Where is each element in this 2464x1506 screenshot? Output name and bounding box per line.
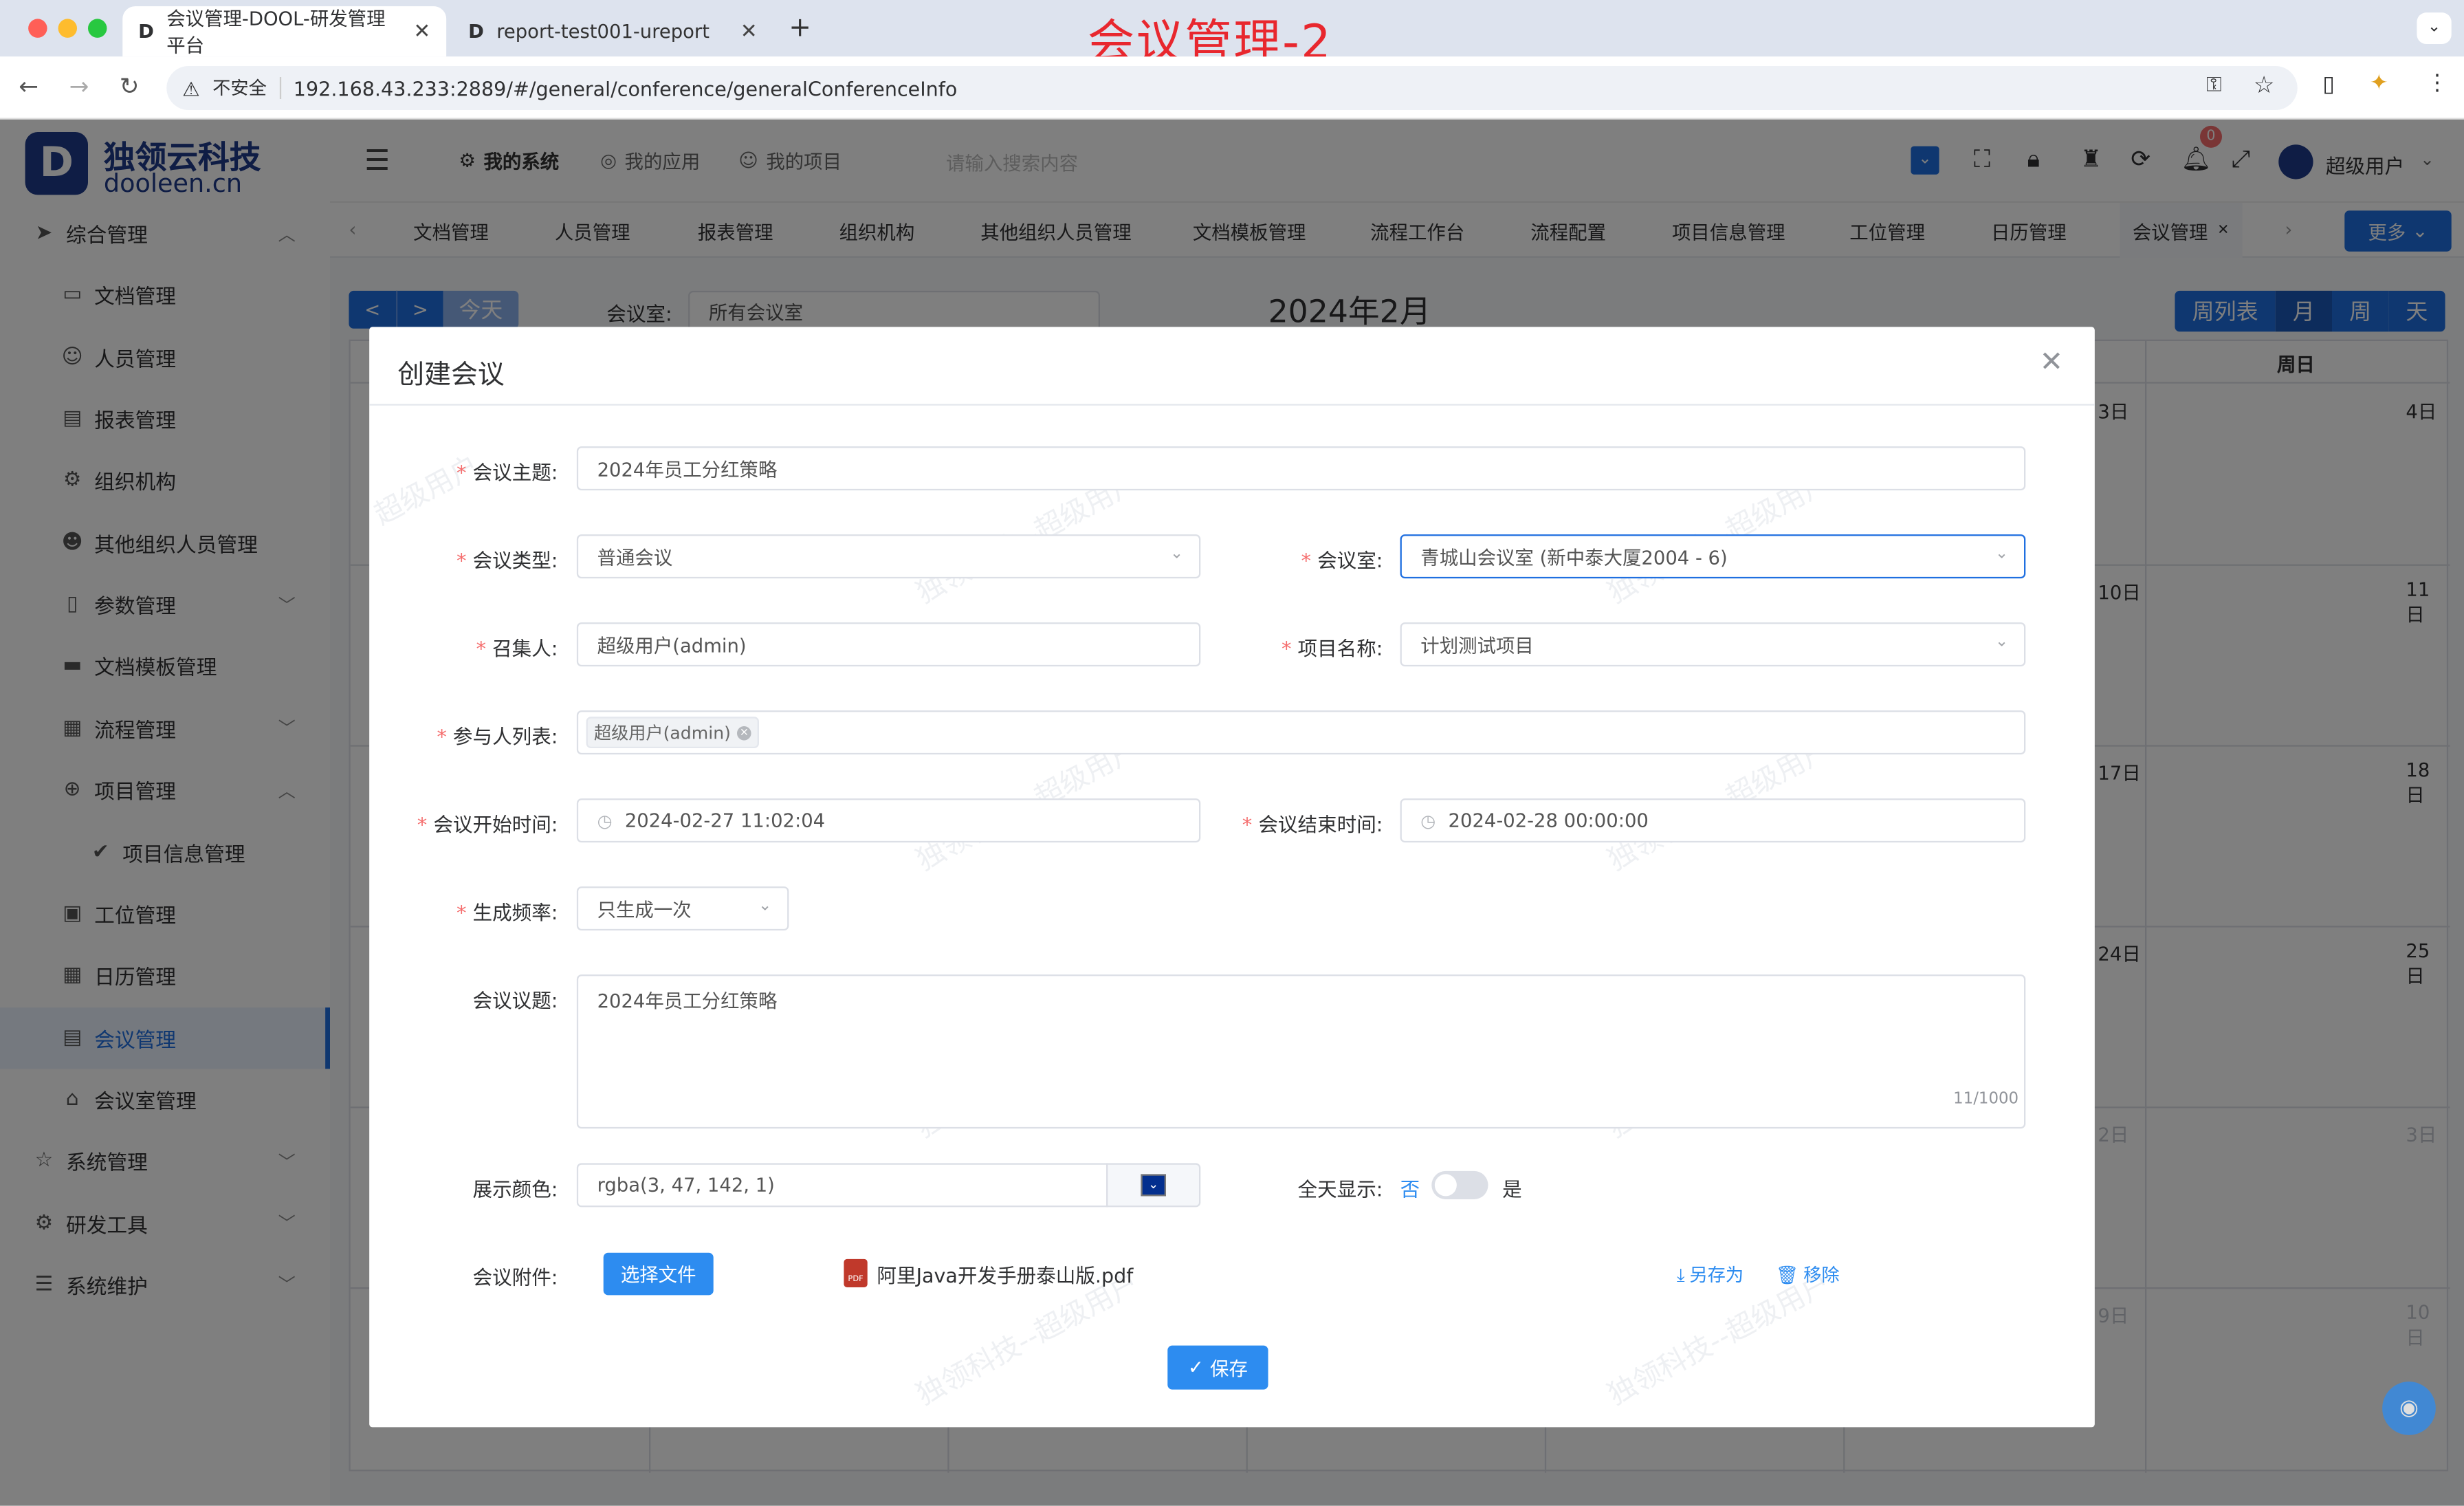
minimize-window-icon[interactable] bbox=[58, 19, 78, 38]
reload-icon[interactable]: ↻ bbox=[120, 72, 140, 100]
chevron-down-icon: ⌄ bbox=[1994, 545, 2009, 563]
frequency-select[interactable]: 只生成一次 ⌄ bbox=[576, 886, 789, 931]
pdf-file-icon: PDF bbox=[844, 1258, 868, 1288]
type-select[interactable]: 普通会议 ⌄ bbox=[576, 534, 1201, 579]
color-label: 展示颜色: bbox=[472, 1177, 558, 1201]
download-icon: ⤓ bbox=[1676, 1263, 1685, 1285]
allday-yes-label[interactable]: 是 bbox=[1502, 1172, 1522, 1202]
camera-icon[interactable]: ◉ bbox=[2382, 1382, 2436, 1435]
color-swatch: ⌄ bbox=[1141, 1174, 1167, 1197]
room-label: * 会议室: bbox=[1301, 548, 1383, 573]
dialog-title: 创建会议 bbox=[397, 360, 505, 392]
subject-label: * 会议主题: bbox=[456, 460, 558, 485]
frequency-label: * 生成频率: bbox=[456, 900, 558, 924]
start-time-label: * 会议开始时间: bbox=[417, 812, 558, 836]
topic-label: 会议议题: bbox=[472, 988, 558, 1013]
end-time-label: * 会议结束时间: bbox=[1242, 812, 1383, 836]
participants-select[interactable]: 超级用户(admin) × bbox=[576, 710, 2026, 755]
dialog-divider bbox=[369, 404, 2095, 406]
clock-icon: ◷ bbox=[597, 810, 613, 831]
check-icon: ✓ bbox=[1187, 1356, 1204, 1379]
end-time-picker[interactable]: ◷ 2024-02-28 00:00:00 bbox=[1400, 798, 2026, 843]
start-time-picker[interactable]: ◷ 2024-02-27 11:02:04 bbox=[576, 798, 1201, 843]
menu-kebab-icon[interactable]: ⋮ bbox=[2426, 71, 2448, 96]
maximize-window-icon[interactable] bbox=[88, 19, 107, 38]
participants-label: * 参与人列表: bbox=[437, 724, 558, 748]
project-select[interactable]: 计划测试项目 ⌄ bbox=[1400, 622, 2026, 667]
bookmark-star-icon[interactable]: ☆ bbox=[2254, 71, 2275, 99]
app-favicon-icon: D bbox=[138, 20, 154, 43]
participant-tag: 超级用户(admin) × bbox=[586, 717, 760, 748]
close-tab-icon[interactable]: ✕ bbox=[740, 20, 758, 43]
clock-icon: ◷ bbox=[1420, 810, 1436, 831]
subject-input[interactable]: 2024年员工分红策略 bbox=[576, 446, 2026, 491]
key-icon[interactable]: ⚿ bbox=[2206, 74, 2222, 97]
address-row: ← → ↻ ⚠ 不安全 192.168.43.233:2889/#/genera… bbox=[0, 56, 2464, 120]
forward-icon[interactable]: → bbox=[69, 72, 89, 100]
color-picker-button[interactable]: ⌄ bbox=[1106, 1163, 1201, 1208]
topic-textarea[interactable]: 2024年员工分红策略 bbox=[576, 974, 2026, 1129]
tab-search-icon[interactable]: ⌄ bbox=[2417, 12, 2452, 45]
attachment-label: 会议附件: bbox=[472, 1265, 558, 1289]
toggle-knob bbox=[1434, 1174, 1457, 1197]
create-meeting-dialog: 创建会议 ✕ 超级用户 独领科技--超级用户 独领科技--超级用户 独领科技--… bbox=[369, 327, 2095, 1428]
app-favicon-icon: D bbox=[468, 20, 484, 43]
address-bar[interactable]: ⚠ 不安全 192.168.43.233:2889/#/general/conf… bbox=[166, 66, 2298, 110]
type-label: * 会议类型: bbox=[456, 548, 558, 573]
close-tab-icon[interactable]: ✕ bbox=[413, 20, 430, 43]
save-button[interactable]: ✓ 保存 bbox=[1167, 1345, 1268, 1390]
chevron-down-icon: ⌄ bbox=[1994, 633, 2009, 651]
back-icon[interactable]: ← bbox=[19, 72, 38, 100]
chevron-down-icon: ⌄ bbox=[758, 897, 772, 915]
browser-tab-active[interactable]: D 会议管理-DOOL-研发管理平台 ✕ bbox=[122, 6, 447, 56]
project-label: * 项目名称: bbox=[1282, 636, 1383, 661]
tag-close-icon[interactable]: × bbox=[737, 725, 751, 740]
choose-file-button[interactable]: 选择文件 bbox=[603, 1252, 714, 1296]
close-window-icon[interactable] bbox=[28, 19, 47, 38]
convener-label: * 召集人: bbox=[476, 636, 558, 661]
convener-input[interactable]: 超级用户(admin) bbox=[576, 622, 1201, 667]
save-as-link[interactable]: ⤓ 另存为 bbox=[1677, 1262, 1744, 1287]
browser-tab[interactable]: D report-test001-ureport ✕ bbox=[452, 6, 773, 56]
warning-icon: ⚠ bbox=[182, 76, 200, 100]
trash-icon: 🗑︎ bbox=[1775, 1263, 1799, 1286]
browser-tab-bar: D 会议管理-DOOL-研发管理平台 ✕ D report-test001-ur… bbox=[0, 0, 2464, 71]
remove-link[interactable]: 🗑︎ 移除 bbox=[1776, 1262, 1840, 1287]
topic-counter: 11/1000 bbox=[1953, 1091, 2019, 1109]
chevron-down-icon: ⌄ bbox=[1169, 545, 1184, 563]
close-icon[interactable]: ✕ bbox=[2040, 346, 2064, 379]
attachment-file-name[interactable]: 阿里Java开发手册泰山版.pdf bbox=[877, 1259, 1133, 1289]
allday-no-label[interactable]: 否 bbox=[1400, 1172, 1420, 1202]
room-select[interactable]: 青城山会议室 (新中泰大厦2004 - 6) ⌄ bbox=[1400, 534, 2026, 579]
allday-toggle[interactable] bbox=[1431, 1170, 1488, 1200]
allday-label: 全天显示: bbox=[1297, 1177, 1383, 1201]
sidepanel-icon[interactable]: ▯ bbox=[2322, 72, 2335, 98]
new-tab-icon[interactable]: + bbox=[789, 12, 811, 44]
extension-icon[interactable]: ✦ bbox=[2370, 71, 2388, 96]
color-input[interactable]: rgba(3, 47, 142, 1) bbox=[576, 1163, 1108, 1208]
